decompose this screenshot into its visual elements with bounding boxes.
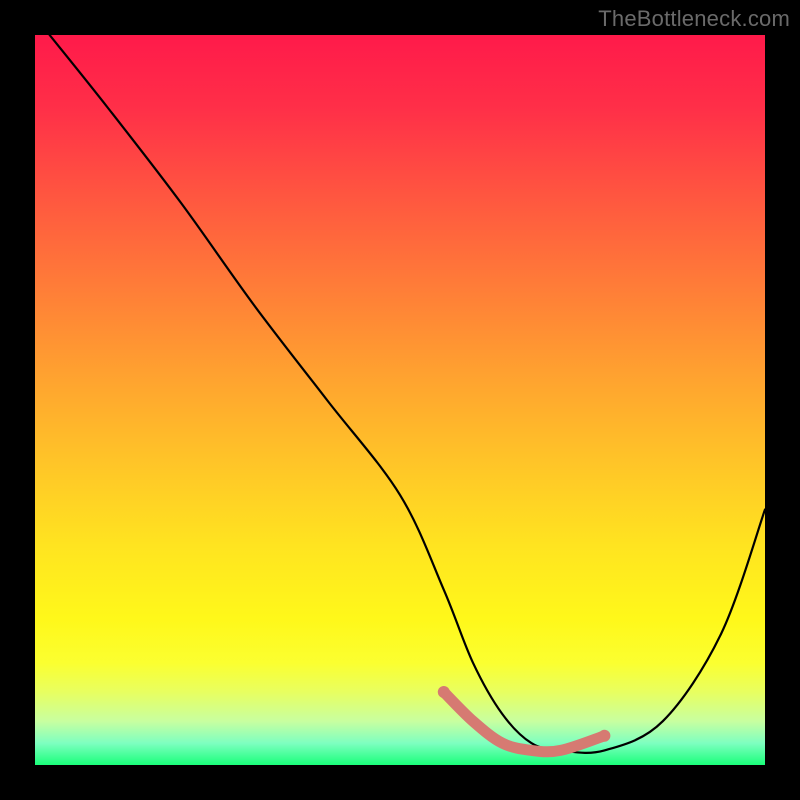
chart-frame: TheBottleneck.com	[0, 0, 800, 800]
watermark-text: TheBottleneck.com	[598, 6, 790, 32]
bottleneck-curve	[50, 35, 765, 753]
optimal-range-highlight	[444, 692, 605, 752]
highlight-dot-left	[438, 686, 450, 698]
plot-area	[35, 35, 765, 765]
curve-layer	[35, 35, 765, 765]
highlight-dot-right	[598, 730, 610, 742]
